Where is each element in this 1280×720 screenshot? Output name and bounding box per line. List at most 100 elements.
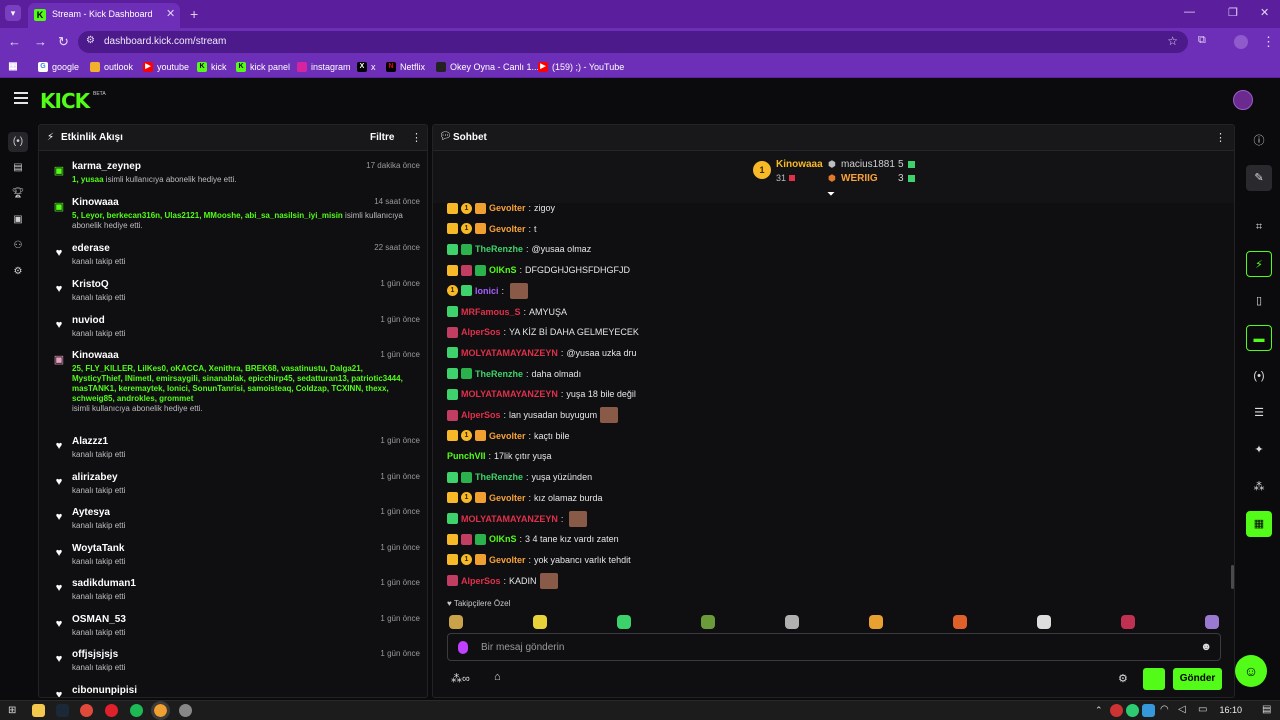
emote-icon[interactable] — [449, 615, 463, 629]
browser-tab[interactable]: K Stream - Kick Dashboard ✕ — [28, 3, 180, 28]
tray-app-icon[interactable] — [1126, 704, 1139, 717]
chat-username[interactable]: Gevolter — [489, 431, 526, 441]
one-badge-icon[interactable]: 1 — [461, 202, 472, 214]
chat-username[interactable]: MRFamous_S — [461, 307, 521, 317]
chat-username[interactable]: Ionici — [475, 286, 499, 296]
kick-emote-button[interactable] — [1143, 668, 1165, 690]
emote-icon[interactable] — [1037, 615, 1051, 629]
one-badge-icon[interactable]: 1 — [461, 430, 472, 442]
chat-username[interactable]: MOLYATAMAYANZEYN — [461, 348, 558, 358]
chrome-active-icon[interactable] — [151, 701, 170, 720]
extensions-icon[interactable]: ⧉ — [1198, 34, 1206, 47]
emote-image[interactable] — [539, 572, 558, 589]
one-badge-icon[interactable]: 1 — [461, 223, 472, 235]
channel-points-icon[interactable]: ⁂∞ — [451, 672, 470, 685]
notification-icon[interactable]: ▤ — [1262, 704, 1271, 715]
activity-username[interactable]: Kinowaaa — [72, 197, 119, 208]
sub-badge-icon[interactable] — [475, 533, 486, 545]
document-icon[interactable]: ▯ — [1246, 288, 1272, 314]
emoji-icon[interactable]: ☻ — [1200, 641, 1212, 653]
gift-badge-icon[interactable] — [475, 202, 486, 214]
chat-username[interactable]: TheRenzhe — [475, 472, 523, 482]
leader-first-name[interactable]: Kinowaaa — [776, 159, 823, 170]
store-icon[interactable]: ⌂ — [494, 671, 501, 683]
activity-username[interactable]: KristoQ — [72, 279, 109, 290]
trophy-icon[interactable]: 🏆︎ — [8, 184, 28, 204]
one-badge-icon[interactable]: 1 — [447, 285, 458, 297]
chat-username[interactable]: AlperSos — [461, 576, 501, 586]
emote-icon[interactable] — [617, 615, 631, 629]
activity-username[interactable]: WoytaTank — [72, 543, 124, 554]
chat-username[interactable]: TheRenzhe — [475, 244, 523, 254]
browser-menu-icon[interactable]: ⋮ — [1262, 34, 1275, 50]
sub-badge-icon[interactable] — [475, 264, 486, 276]
bookmark-kick[interactable]: Kkick — [197, 60, 227, 74]
activity-username[interactable]: offjsjsjsjs — [72, 649, 118, 660]
bookmark-star-icon[interactable]: ☆ — [1167, 34, 1178, 48]
bookmark-x[interactable]: Xx — [357, 60, 376, 74]
bookmark-kick-panel[interactable]: Kkick panel — [236, 60, 290, 74]
green-badge-icon[interactable] — [447, 347, 458, 359]
gift-badge-icon[interactable] — [475, 223, 486, 235]
green-badge-icon[interactable] — [447, 368, 458, 380]
activity-username[interactable]: ederase — [72, 243, 110, 254]
emote-icon[interactable] — [533, 615, 547, 629]
emote-icon[interactable] — [1121, 615, 1135, 629]
emote-icon[interactable] — [785, 615, 799, 629]
chat-username[interactable]: MOLYATAMAYANZEYN — [461, 514, 558, 524]
leader-second-name[interactable]: macius1881 — [841, 159, 895, 170]
emote-icon[interactable] — [869, 615, 883, 629]
collapse-icon[interactable]: ⏷ — [827, 189, 835, 200]
crown-badge-icon[interactable] — [447, 430, 458, 442]
emote-icon[interactable] — [953, 615, 967, 629]
clapperboard-icon[interactable]: ▦ — [1246, 511, 1272, 537]
back-icon[interactable]: ← — [8, 34, 21, 49]
forward-icon[interactable]: → — [34, 34, 47, 49]
chat-input[interactable]: Bir mesaj gönderin ☻ — [447, 633, 1221, 661]
crown-badge-icon[interactable] — [447, 492, 458, 504]
leader-third-name[interactable]: WERIIG — [841, 173, 878, 184]
activity-username[interactable]: alirizabey — [72, 472, 118, 483]
stack-icon[interactable]: ☰ — [1246, 400, 1272, 426]
bookmark-netflix[interactable]: N Netflix — [386, 60, 425, 74]
menu-icon[interactable] — [14, 92, 28, 104]
reload-icon[interactable]: ↻ — [58, 34, 69, 50]
opera-icon[interactable] — [105, 704, 118, 717]
emote-image[interactable] — [510, 282, 529, 299]
broadcast-icon[interactable]: (•) — [1246, 363, 1272, 389]
avatar[interactable] — [1233, 90, 1253, 110]
bookmark-youtube[interactable]: ▶ youtube — [143, 60, 189, 74]
chat-username[interactable]: Gevolter — [489, 555, 526, 565]
sub-badge-icon[interactable] — [461, 471, 472, 483]
wifi-icon[interactable]: ◠ — [1160, 704, 1169, 715]
info-icon[interactable]: ⓘ — [1246, 128, 1272, 154]
filter-button[interactable]: Filtre — [370, 132, 394, 143]
crown-badge-icon[interactable] — [447, 554, 458, 566]
lightning-icon[interactable]: ⚡︎ — [1246, 251, 1272, 277]
tab-close-icon[interactable]: ✕ — [166, 7, 175, 20]
green-badge-icon[interactable] — [447, 471, 458, 483]
chat-username[interactable]: OlKnS — [489, 265, 517, 275]
bookmark-okey[interactable]: Okey Oyna - Canlı 1... — [436, 60, 539, 74]
activity-username[interactable]: cibonunpipisi — [72, 685, 137, 696]
red-badge-icon[interactable] — [447, 575, 458, 587]
share-icon[interactable]: ⁂ — [1246, 474, 1272, 500]
users-icon[interactable]: ⚇ — [8, 236, 28, 256]
sub-badge-icon[interactable] — [461, 368, 472, 380]
battery-icon[interactable]: ▭ — [1198, 704, 1207, 715]
green-badge-icon[interactable] — [447, 513, 458, 524]
support-chat-button[interactable]: ☺ — [1235, 655, 1267, 687]
send-button[interactable]: Gönder — [1173, 668, 1222, 690]
tab-search-button[interactable]: ▾ — [5, 5, 21, 21]
emote-image[interactable] — [600, 407, 619, 423]
kick-logo[interactable]: KICK — [40, 89, 90, 113]
green-badge-icon[interactable] — [447, 306, 458, 317]
green-badge-icon[interactable] — [447, 388, 458, 400]
tray-chevron-icon[interactable]: ⌃ — [1095, 705, 1103, 716]
community-icon[interactable]: ▣ — [8, 210, 28, 230]
gift-badge-icon[interactable] — [475, 554, 486, 566]
tray-app-icon[interactable] — [1142, 704, 1155, 717]
activity-username[interactable]: nuviod — [72, 315, 105, 326]
profile-icon[interactable] — [1234, 35, 1248, 49]
activity-username[interactable]: Alazzz1 — [72, 436, 108, 447]
